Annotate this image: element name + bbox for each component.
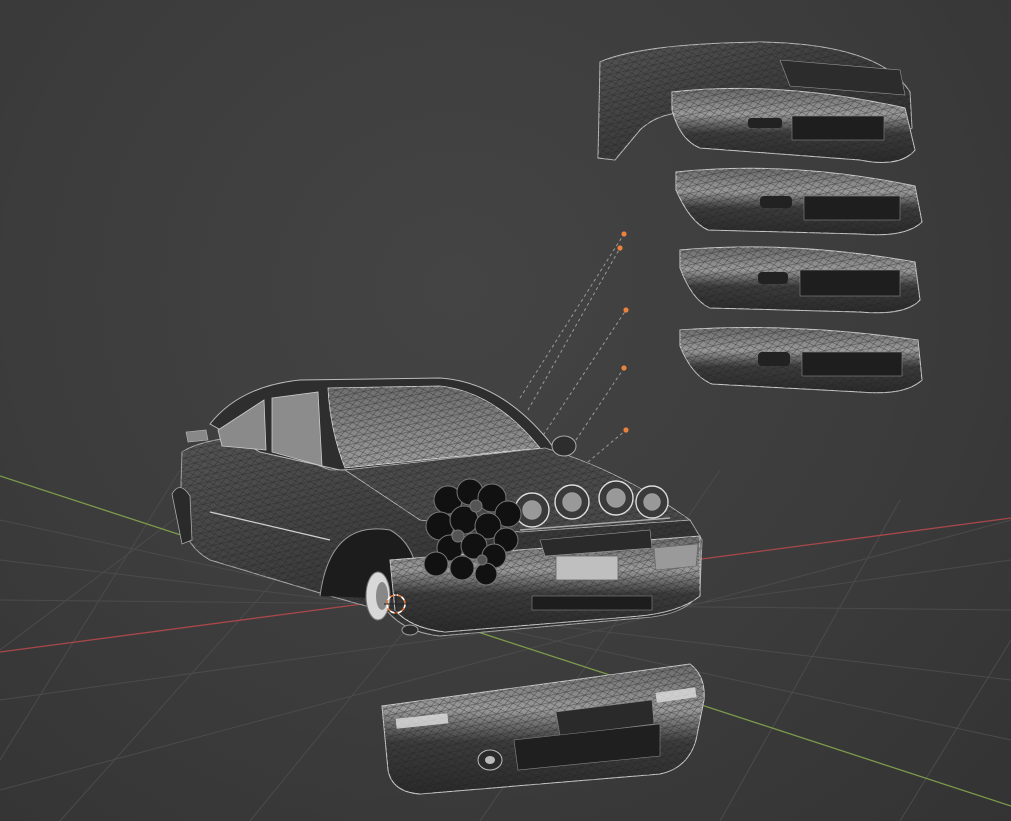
front-bumper-variant-4[interactable] — [679, 246, 921, 314]
detached-bumper[interactable] — [381, 663, 705, 795]
3d-viewport[interactable] — [0, 0, 1011, 821]
front-bumper-variant-3[interactable] — [675, 167, 923, 236]
front-bumper-variant-5[interactable] — [679, 327, 923, 394]
viewport-scene[interactable] — [0, 0, 1011, 821]
